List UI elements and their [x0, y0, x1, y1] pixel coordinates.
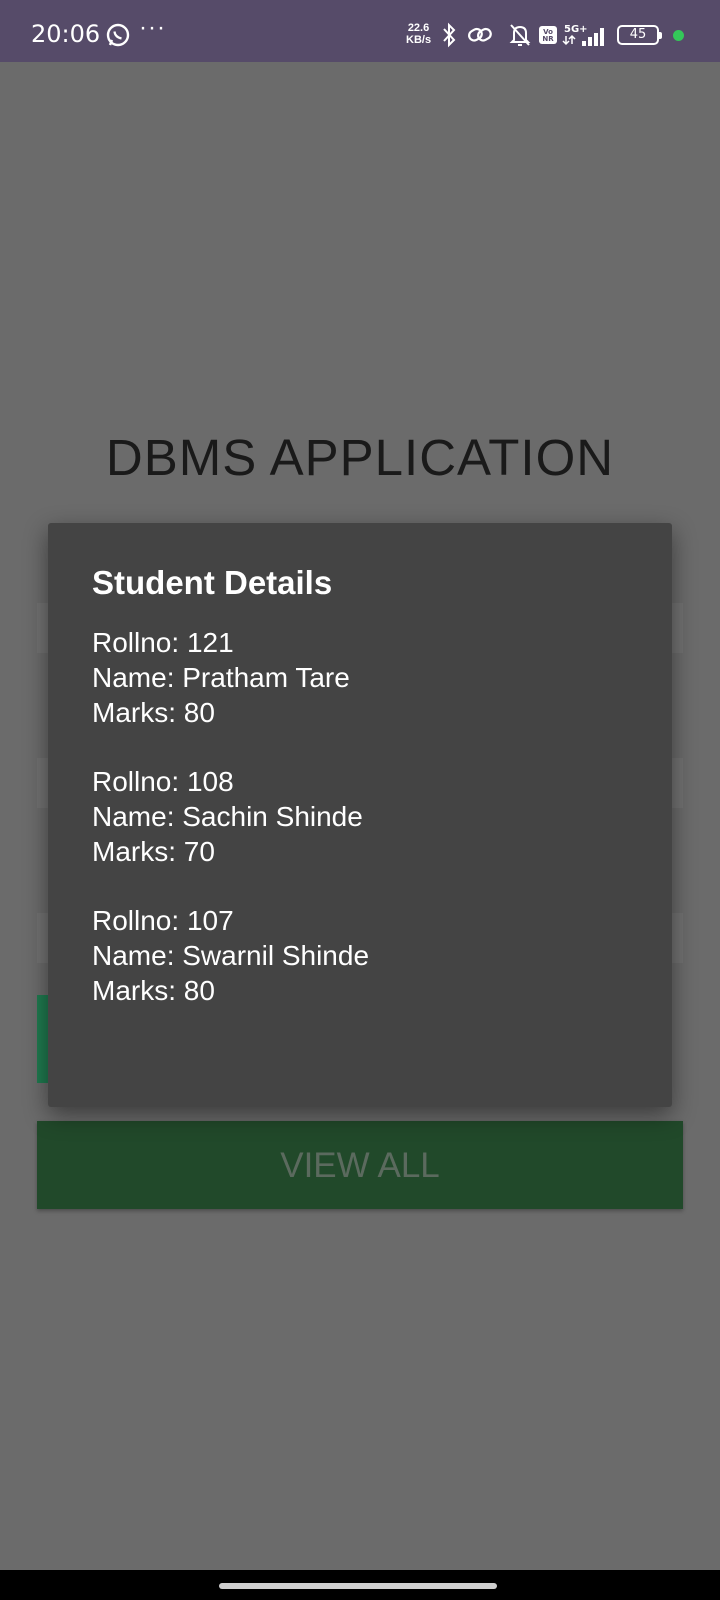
bluetooth-icon: [443, 22, 456, 48]
dialog-title: Student Details: [92, 564, 333, 601]
link-icon: [468, 27, 492, 42]
network-speed: 22.6 KB/s: [406, 22, 432, 46]
svg-text:NR: NR: [542, 35, 554, 43]
marks-text: Marks: 80: [92, 975, 215, 1006]
status-time: 20:06: [31, 20, 101, 48]
marks-text: Marks: 70: [92, 836, 215, 867]
rollno-text: Rollno: 121: [92, 627, 234, 658]
marks-text: Marks: 80: [92, 697, 215, 728]
privacy-dot-icon: [673, 30, 684, 41]
battery-icon: 45: [617, 25, 662, 45]
name-text: Name: Sachin Shinde: [92, 801, 363, 832]
app-title: DBMS APPLICATION: [105, 429, 615, 486]
student-record: Rollno: 121 Name: Pratham Tare Marks: 80: [92, 625, 369, 730]
rollno-text: Rollno: 107: [92, 905, 234, 936]
student-record: Rollno: 108 Name: Sachin Shinde Marks: 7…: [92, 764, 369, 869]
more-notifications-icon: ···: [139, 14, 166, 41]
student-details-dialog: Student Details Rollno: 121 Name: Pratha…: [48, 523, 672, 1107]
bell-off-icon: [509, 24, 531, 46]
whatsapp-icon: [106, 23, 130, 47]
status-bar: 20:06 ··· 22.6 KB/s Vo NR 5G+ 45: [0, 0, 720, 62]
dialog-message: Rollno: 121 Name: Pratham Tare Marks: 80…: [92, 625, 369, 1042]
signal-5g-icon: 5G+: [562, 24, 604, 46]
name-text: Name: Swarnil Shinde: [92, 940, 370, 971]
view-all-button[interactable]: VIEW ALL: [37, 1121, 683, 1209]
rollno-text: Rollno: 108: [92, 766, 234, 797]
name-text: Name: Pratham Tare: [92, 662, 350, 693]
home-gesture-handle[interactable]: [219, 1583, 497, 1589]
vonr-icon: Vo NR: [539, 26, 557, 44]
student-record: Rollno: 107 Name: Swarnil Shinde Marks: …: [92, 903, 369, 1008]
svg-text:5G+: 5G+: [564, 24, 588, 35]
